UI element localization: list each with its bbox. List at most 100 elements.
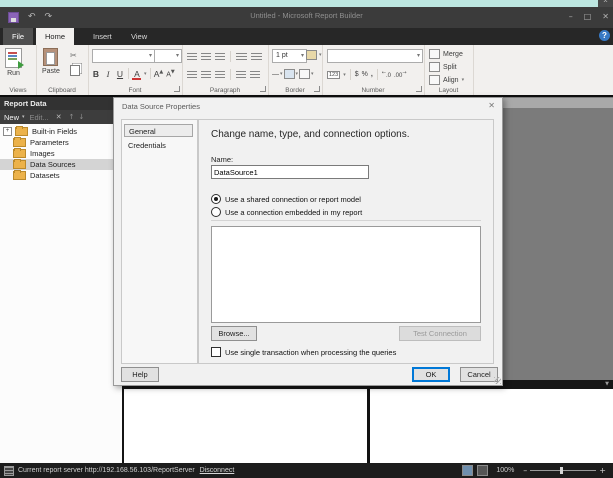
folder-icon <box>13 138 26 147</box>
browse-button[interactable]: Browse... <box>211 326 257 341</box>
shrink-font-button[interactable]: A▼ <box>166 69 176 78</box>
help-icon[interactable]: ? <box>599 30 610 41</box>
tree-item-images[interactable]: Images <box>0 148 122 159</box>
chevron-down-icon[interactable]: ▾ <box>296 71 299 77</box>
align-middle-icon[interactable] <box>201 53 211 61</box>
zoom-in-icon[interactable]: + <box>599 466 606 475</box>
align-right-icon[interactable] <box>215 71 225 79</box>
align-button[interactable]: Align ▾ <box>429 75 464 85</box>
tab-file[interactable]: File <box>3 28 33 45</box>
increase-decimal-icon[interactable]: ←.0 <box>382 70 391 79</box>
resize-grip[interactable] <box>494 377 501 384</box>
border-style-icon[interactable]: — <box>272 71 279 78</box>
tree-item-built-in-fields[interactable]: + Built-in Fields <box>0 126 122 137</box>
new-button[interactable]: New <box>4 113 19 122</box>
close-button[interactable]: ✕ <box>602 10 609 24</box>
move-down-icon[interactable]: ↓ <box>78 113 84 121</box>
font-size-select[interactable]: ▾ <box>154 49 182 63</box>
ok-button[interactable]: OK <box>412 367 450 382</box>
border-dialog-launcher-icon[interactable] <box>314 86 320 92</box>
cut-icon[interactable]: ✂ <box>70 51 80 60</box>
disconnect-link[interactable]: Disconnect <box>200 467 235 474</box>
single-transaction-checkbox[interactable]: Use single transaction when processing t… <box>211 347 396 357</box>
split-button[interactable]: Split <box>429 62 457 72</box>
move-up-icon[interactable]: ↑ <box>69 113 75 121</box>
tab-home[interactable]: Home <box>36 28 74 45</box>
font-group-label: Font <box>88 87 182 94</box>
radio-shared-connection[interactable]: Use a shared connection or report model <box>211 194 361 204</box>
borders-icon[interactable] <box>299 69 310 79</box>
window-title: Untitled - Microsoft Report Builder <box>0 11 613 20</box>
decrease-decimal-icon[interactable]: .00→ <box>394 70 407 79</box>
delete-icon[interactable]: ✕ <box>56 113 62 121</box>
tree-item-parameters[interactable]: Parameters <box>0 137 122 148</box>
align-top-icon[interactable] <box>187 53 197 61</box>
font-dialog-launcher-icon[interactable] <box>174 86 180 92</box>
window-controls: – □ ✕ <box>569 10 609 24</box>
paste-button[interactable]: Paste <box>42 48 60 75</box>
run-view-icon[interactable] <box>477 465 488 476</box>
test-connection-button[interactable]: Test Connection <box>399 326 481 341</box>
zoom-slider[interactable] <box>530 466 596 475</box>
edit-button[interactable]: Edit... <box>30 113 49 122</box>
chevron-down-icon[interactable]: ▾ <box>311 71 314 77</box>
grouping-pane-caret-icon[interactable]: ▼ <box>605 380 609 389</box>
merge-cells-icon <box>429 49 440 59</box>
help-button[interactable]: Help <box>121 367 159 382</box>
grow-font-button[interactable]: A▲ <box>154 69 164 79</box>
increase-indent-icon[interactable] <box>251 53 262 61</box>
design-view-icon[interactable] <box>462 465 473 476</box>
name-input[interactable] <box>211 165 369 179</box>
align-objects-icon <box>429 75 440 85</box>
maximize-button[interactable]: □ <box>584 10 592 24</box>
align-bottom-icon[interactable] <box>215 53 225 61</box>
paragraph-dialog-launcher-icon[interactable] <box>260 86 266 92</box>
merge-button[interactable]: Merge <box>429 49 463 59</box>
decrease-indent-icon[interactable] <box>236 53 247 61</box>
chevron-down-icon: ▾ <box>417 50 420 62</box>
tree-item-data-sources[interactable]: Data Sources <box>0 159 122 170</box>
nav-item-general[interactable]: General <box>124 124 193 137</box>
chevron-down-icon: ▾ <box>176 50 179 62</box>
number-dialog-launcher-icon[interactable] <box>416 86 422 92</box>
italic-button[interactable]: I <box>103 69 113 79</box>
bullet-list-icon[interactable] <box>236 71 246 79</box>
font-family-select[interactable]: ▾ <box>92 49 155 63</box>
dialog-close-icon[interactable]: ✕ <box>488 101 495 110</box>
chevron-down-icon[interactable]: ▾ <box>144 71 147 77</box>
chevron-down-icon[interactable]: ▾ <box>22 114 25 120</box>
number-format-icon[interactable]: 123 <box>327 71 340 79</box>
numbered-list-icon[interactable] <box>250 71 260 79</box>
underline-button[interactable]: U <box>115 69 125 79</box>
chevron-down-icon[interactable]: ▾ <box>343 72 346 78</box>
chevron-down-icon[interactable]: ▾ <box>280 71 283 77</box>
clipboard-mini-icons: ✂ <box>70 51 80 76</box>
run-button[interactable]: Run <box>5 48 22 77</box>
tab-insert[interactable]: Insert <box>84 28 121 45</box>
zoom-slider-thumb[interactable] <box>560 467 563 474</box>
percent-icon[interactable]: % <box>362 71 368 78</box>
tree-item-datasets[interactable]: Datasets <box>0 170 122 181</box>
font-color-button[interactable]: A <box>132 69 142 79</box>
bold-button[interactable]: B <box>91 69 101 79</box>
zoom-out-icon[interactable]: – <box>523 466 527 475</box>
align-center-icon[interactable] <box>201 71 211 79</box>
currency-icon[interactable]: $ <box>355 71 359 78</box>
border-color-icon[interactable] <box>284 69 295 79</box>
number-group-label: Number <box>322 87 424 94</box>
minimize-button[interactable]: – <box>569 10 573 24</box>
tab-view[interactable]: View <box>122 28 156 45</box>
comma-icon[interactable]: , <box>371 71 373 78</box>
number-format-select[interactable]: ▾ <box>327 49 423 63</box>
expander-icon[interactable]: + <box>3 127 12 136</box>
radio-embedded-connection[interactable]: Use a connection embedded in my report <box>211 207 362 217</box>
views-group-label: Views <box>0 87 36 94</box>
grouping-pane-splitter[interactable] <box>367 389 370 463</box>
fill-color-icon[interactable] <box>306 50 317 60</box>
copy-icon[interactable] <box>70 65 80 76</box>
nav-item-credentials[interactable]: Credentials <box>124 139 193 152</box>
border-width-select[interactable]: 1 pt ▾ <box>272 49 307 63</box>
align-left-icon[interactable] <box>187 71 197 79</box>
cancel-button[interactable]: Cancel <box>460 367 498 382</box>
connection-listbox[interactable] <box>211 226 481 323</box>
